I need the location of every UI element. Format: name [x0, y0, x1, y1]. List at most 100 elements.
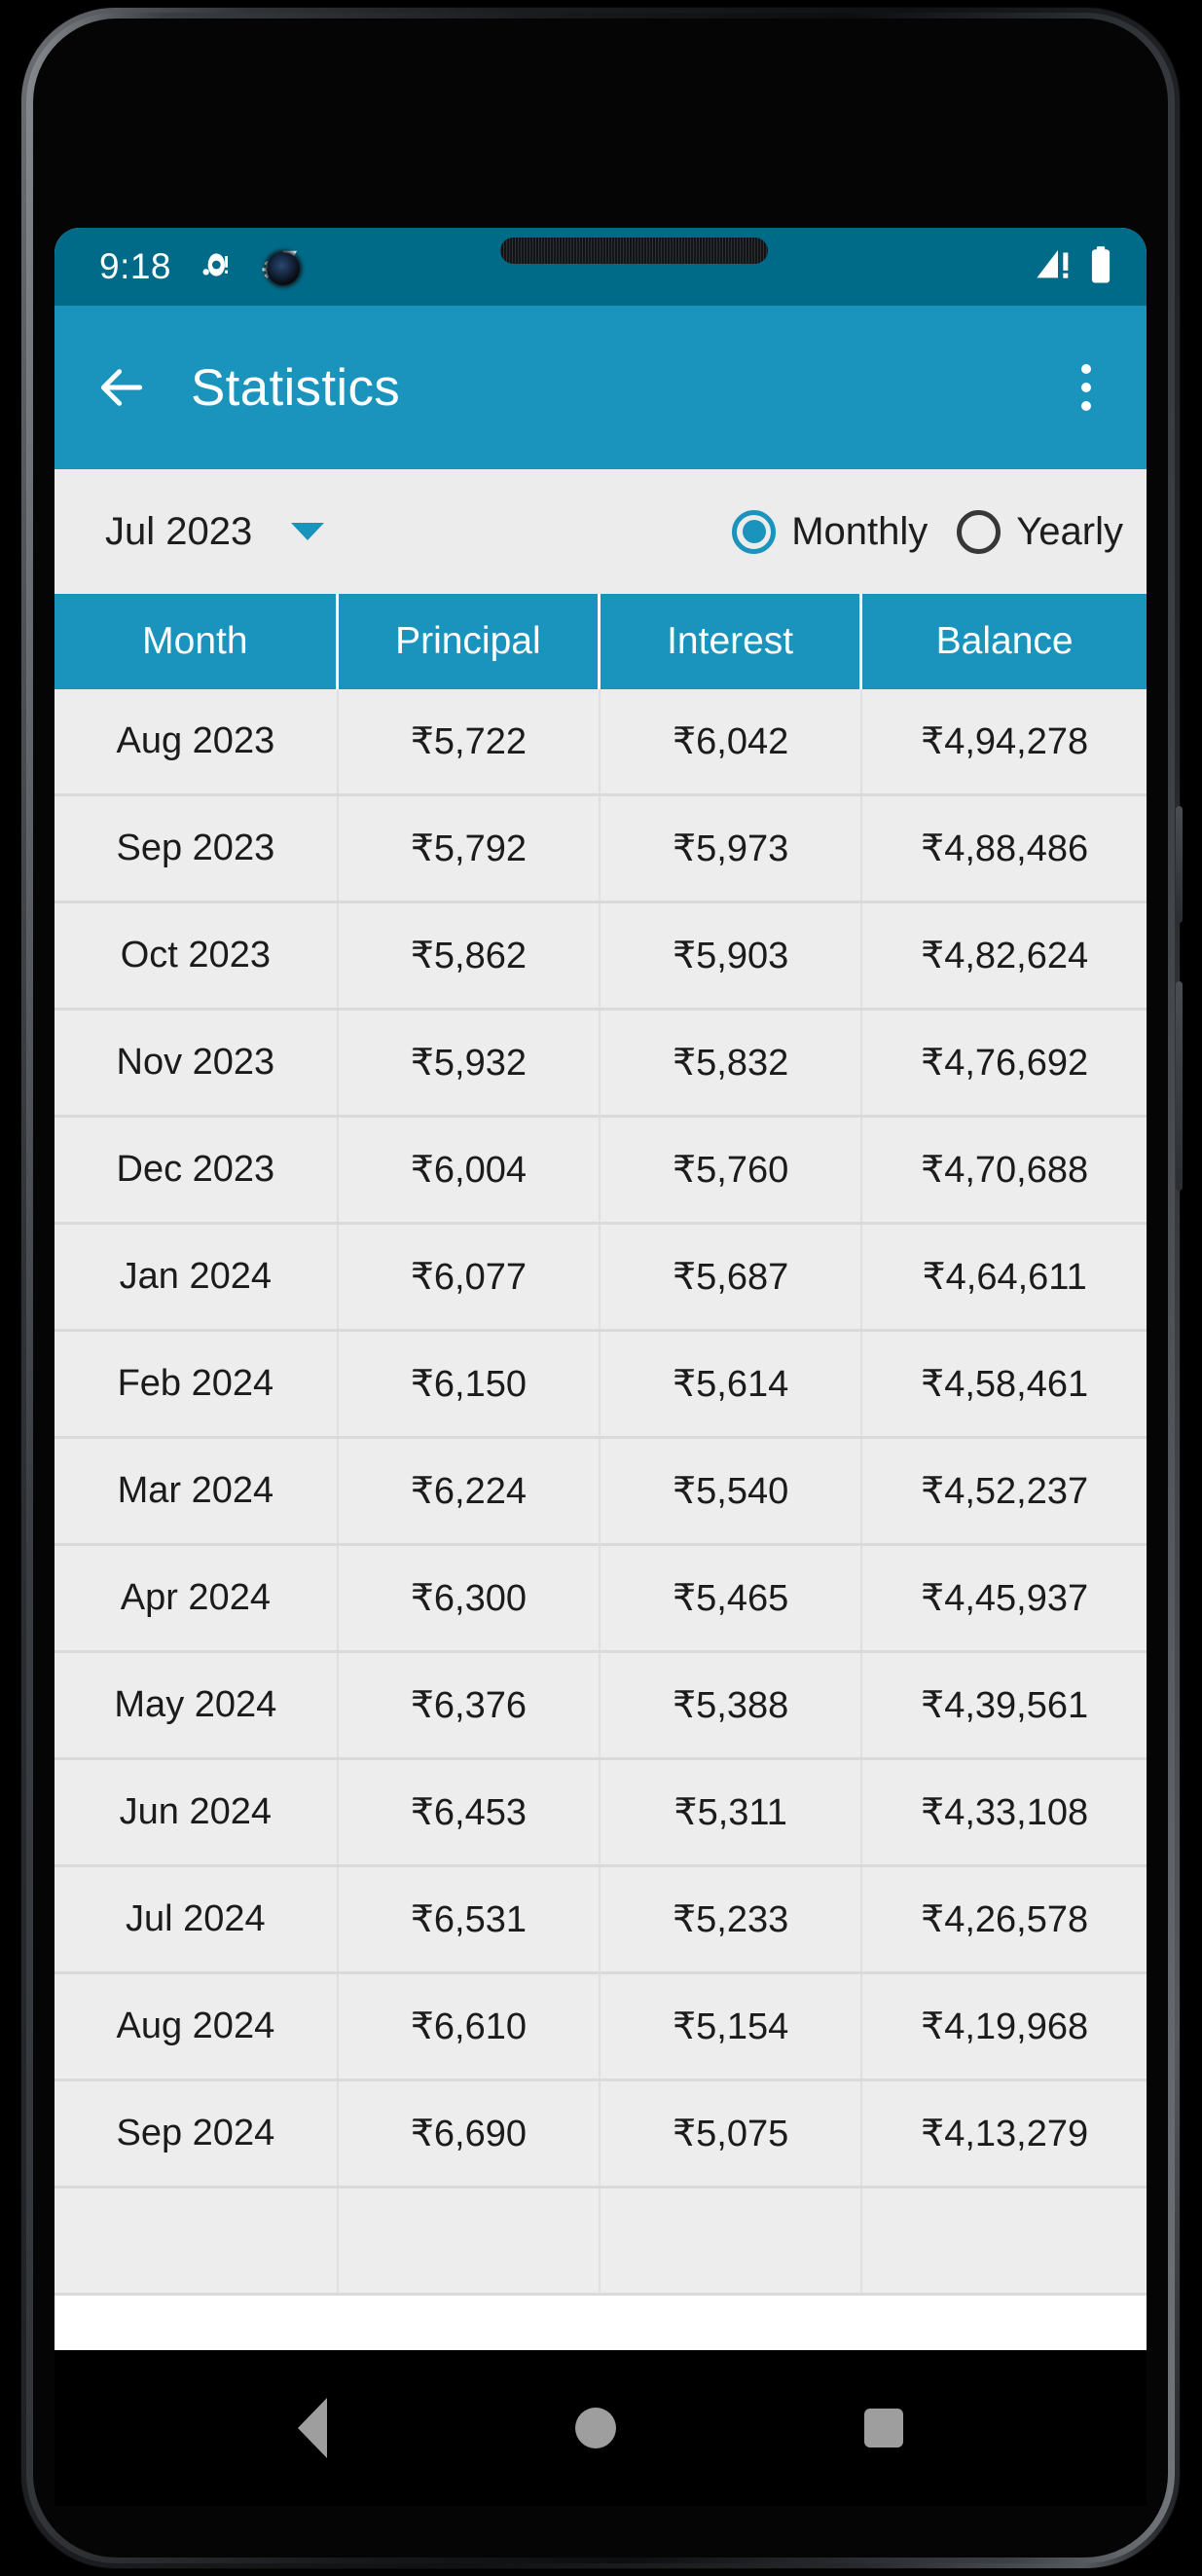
amortization-table: Month Principal Interest Balance Aug 202… — [55, 594, 1147, 2296]
column-header-month[interactable]: Month — [55, 594, 339, 689]
cell-month: Feb 2024 — [55, 1332, 339, 1436]
status-bar-system-icons — [1032, 244, 1113, 290]
nav-home-circle-icon[interactable] — [575, 2408, 616, 2448]
cell-month: Sep 2023 — [55, 796, 339, 901]
radio-yearly-icon[interactable] — [957, 509, 1002, 554]
radio-yearly-label: Yearly — [1016, 509, 1123, 553]
table-row[interactable]: Jul 2024 ₹6,531 ₹5,233 ₹4,26,578 — [55, 1867, 1147, 1974]
phone-frame: 9:18 Statistics Jul 2023 Monthly Yearly … — [21, 8, 1183, 2568]
cell-month: May 2024 — [55, 1653, 339, 1757]
cell-principal: ₹5,722 — [339, 689, 601, 793]
cell-month: Jul 2024 — [55, 1867, 339, 1971]
table-header-row: Month Principal Interest Balance — [55, 594, 1147, 689]
cell-interest: ₹5,903 — [601, 903, 863, 1008]
cell-month: Nov 2023 — [55, 1011, 339, 1115]
cell-balance: ₹4,26,578 — [921, 1899, 1089, 1940]
column-header-balance[interactable]: Balance — [862, 594, 1147, 689]
cell-month: Jun 2024 — [55, 1760, 339, 1864]
status-bar-clock: 9:18 — [99, 246, 172, 286]
cell-month — [55, 2189, 339, 2293]
cell-principal: ₹5,862 — [339, 903, 601, 1008]
overflow-menu-icon[interactable] — [1061, 357, 1111, 418]
cell-balance: ₹4,82,624 — [921, 936, 1089, 976]
system-navigation-bar — [55, 2350, 1147, 2506]
table-row[interactable]: Jan 2024 ₹6,077 ₹5,687 ₹4,64,611 — [55, 1225, 1147, 1332]
cell-month: Oct 2023 — [55, 903, 339, 1008]
phone-screen-bezel: 9:18 Statistics Jul 2023 Monthly Yearly … — [33, 18, 1168, 2558]
cell-principal: ₹6,004 — [339, 1118, 601, 1222]
cell-balance: ₹4,39,561 — [921, 1685, 1089, 1726]
table-row[interactable]: Dec 2023 ₹6,004 ₹5,760 ₹4,70,688 — [55, 1118, 1147, 1225]
cell-principal: ₹6,376 — [339, 1653, 601, 1757]
cell-principal: ₹6,531 — [339, 1867, 601, 1971]
volume-button[interactable] — [1176, 981, 1183, 1191]
cell-balance: ₹4,52,237 — [921, 1471, 1089, 1512]
cell-month: Apr 2024 — [55, 1546, 339, 1650]
battery-full-icon — [1088, 244, 1113, 290]
table-row[interactable]: May 2024 ₹6,376 ₹5,388 ₹4,39,561 — [55, 1653, 1147, 1760]
cell-interest: ₹5,388 — [601, 1653, 863, 1757]
filter-row: Jul 2023 Monthly Yearly — [55, 469, 1147, 594]
radio-option-yearly[interactable]: Yearly — [957, 509, 1123, 554]
cell-interest: ₹5,233 — [601, 1867, 863, 1971]
cell-balance: ₹4,70,688 — [921, 1150, 1089, 1191]
cell-month: Jan 2024 — [55, 1225, 339, 1329]
cell-principal — [339, 2189, 601, 2293]
page-title: Statistics — [191, 358, 401, 417]
cell-balance: ₹4,94,278 — [921, 721, 1089, 762]
table-row[interactable]: Jun 2024 ₹6,453 ₹5,311 ₹4,33,108 — [55, 1760, 1147, 1867]
table-row[interactable]: Feb 2024 ₹6,150 ₹5,614 ₹4,58,461 — [55, 1332, 1147, 1439]
cell-principal: ₹6,453 — [339, 1760, 601, 1864]
nav-recents-square-icon[interactable] — [864, 2409, 903, 2447]
cell-month: Dec 2023 — [55, 1118, 339, 1222]
table-row[interactable]: Apr 2024 ₹6,300 ₹5,465 ₹4,45,937 — [55, 1546, 1147, 1653]
table-row[interactable] — [55, 2189, 1147, 2296]
alarm-dot-icon — [199, 245, 237, 289]
cell-balance: ₹4,88,486 — [921, 828, 1089, 869]
cell-interest: ₹5,154 — [601, 1974, 863, 2079]
cell-interest — [601, 2189, 863, 2293]
table-row[interactable]: Aug 2024 ₹6,610 ₹5,154 ₹4,19,968 — [55, 1974, 1147, 2081]
cell-balance — [862, 2189, 1147, 2293]
table-row[interactable]: Nov 2023 ₹5,932 ₹5,832 ₹4,76,692 — [55, 1011, 1147, 1118]
cell-principal: ₹6,224 — [339, 1439, 601, 1543]
cell-principal: ₹5,932 — [339, 1011, 601, 1115]
table-row[interactable]: Mar 2024 ₹6,224 ₹5,540 ₹4,52,237 — [55, 1439, 1147, 1546]
radio-monthly-icon[interactable] — [732, 509, 777, 554]
cell-month: Sep 2024 — [55, 2081, 339, 2186]
cell-interest: ₹5,075 — [601, 2081, 863, 2186]
cell-principal: ₹5,792 — [339, 796, 601, 901]
radio-option-monthly[interactable]: Monthly — [732, 509, 928, 554]
table-row[interactable]: Sep 2024 ₹6,690 ₹5,075 ₹4,13,279 — [55, 2081, 1147, 2189]
table-row[interactable]: Sep 2023 ₹5,792 ₹5,973 ₹4,88,486 — [55, 796, 1147, 903]
signal-no-service-icon — [1032, 245, 1075, 289]
cell-interest: ₹6,042 — [601, 689, 863, 793]
table-row[interactable]: Oct 2023 ₹5,862 ₹5,903 ₹4,82,624 — [55, 903, 1147, 1011]
column-header-principal[interactable]: Principal — [339, 594, 601, 689]
table-row[interactable]: Aug 2023 ₹5,722 ₹6,042 ₹4,94,278 — [55, 689, 1147, 796]
back-arrow-icon[interactable] — [93, 359, 150, 416]
column-header-interest[interactable]: Interest — [601, 594, 863, 689]
cell-balance: ₹4,76,692 — [921, 1043, 1089, 1084]
nav-back-triangle-icon[interactable] — [298, 2398, 327, 2458]
cell-interest: ₹5,973 — [601, 796, 863, 901]
cell-principal: ₹6,690 — [339, 2081, 601, 2186]
front-camera-icon — [267, 252, 300, 285]
power-button[interactable] — [1176, 806, 1183, 923]
cell-balance: ₹4,33,108 — [921, 1792, 1089, 1833]
app-bar: Statistics — [55, 306, 1147, 469]
cell-principal: ₹6,077 — [339, 1225, 601, 1329]
table-body[interactable]: Aug 2023 ₹5,722 ₹6,042 ₹4,94,278 Sep 2023 ₹5,… — [55, 689, 1147, 2296]
cell-principal: ₹6,610 — [339, 1974, 601, 2079]
cell-balance: ₹4,19,968 — [921, 2006, 1089, 2047]
cell-interest: ₹5,832 — [601, 1011, 863, 1115]
cell-balance: ₹4,13,279 — [921, 2114, 1089, 2154]
earpiece-speaker — [500, 238, 768, 264]
cell-balance: ₹4,58,461 — [921, 1364, 1089, 1405]
period-dropdown[interactable]: Jul 2023 — [105, 510, 325, 554]
cell-balance: ₹4,45,937 — [921, 1578, 1089, 1619]
cell-interest: ₹5,465 — [601, 1546, 863, 1650]
cell-interest: ₹5,687 — [601, 1225, 863, 1329]
cell-balance: ₹4,64,611 — [922, 1257, 1087, 1298]
cell-interest: ₹5,614 — [601, 1332, 863, 1436]
